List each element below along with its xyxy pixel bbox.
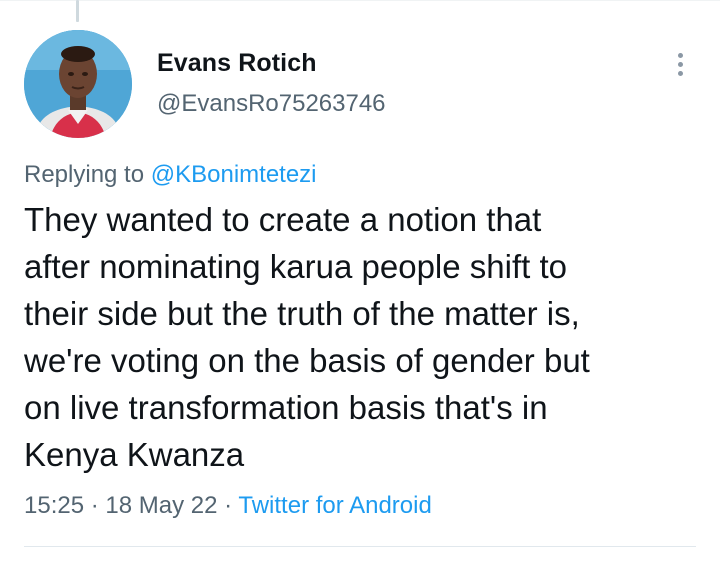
tweet-date[interactable]: 18 May 22 — [105, 492, 217, 519]
tweet-text-line: Kenya Kwanza — [24, 436, 245, 473]
replying-to-line: Replying to @KBonimtetezi — [24, 161, 317, 189]
meta-separator: · — [90, 492, 99, 519]
tweet-text-line: their side but the truth of the matter i… — [24, 295, 580, 332]
tweet-source-link[interactable]: Twitter for Android — [238, 492, 431, 519]
top-divider — [0, 0, 720, 1]
more-vertical-icon-dot — [677, 61, 683, 67]
more-vertical-icon-dot — [677, 70, 683, 76]
tweet-text-line: we're voting on the basis of gender but — [24, 342, 590, 379]
user-avatar-icon — [24, 30, 132, 138]
bottom-divider — [24, 546, 696, 547]
replying-to-mention[interactable]: @KBonimtetezi — [151, 161, 317, 188]
tweet-metadata: 15:25 · 18 May 22 · Twitter for Android — [24, 492, 432, 520]
meta-separator: · — [224, 492, 233, 519]
replying-to-prefix: Replying to — [24, 161, 145, 188]
tweet-text-line: They wanted to create a notion that — [24, 201, 542, 238]
thread-connector-line — [76, 0, 79, 22]
more-vertical-icon — [677, 52, 683, 58]
tweet-text-line: after nominating karua people shift to — [24, 248, 568, 285]
tweet-text-line: on live transformation basis that's in — [24, 389, 548, 426]
tweet-text: They wanted to create a notion that afte… — [24, 196, 704, 478]
tweet-time[interactable]: 15:25 — [24, 492, 84, 519]
avatar[interactable] — [24, 30, 132, 138]
more-options-button[interactable] — [664, 44, 696, 84]
user-handle[interactable]: @EvansRo75263746 — [157, 90, 386, 118]
display-name[interactable]: Evans Rotich — [157, 49, 317, 78]
